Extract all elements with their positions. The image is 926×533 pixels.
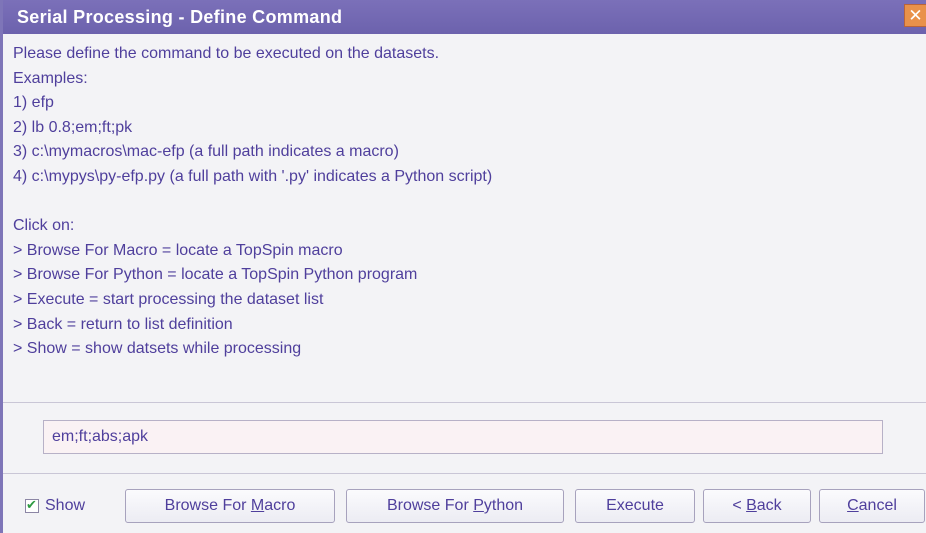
instruction-line: 1) efp — [13, 94, 54, 112]
instruction-line: Examples: — [13, 69, 88, 87]
button-label: Browse For — [386, 497, 474, 514]
execute-button[interactable]: Execute — [575, 489, 695, 523]
back-button[interactable]: < Back — [703, 489, 811, 523]
show-checkbox[interactable]: ✔ Show — [25, 497, 85, 515]
instruction-line: > Back = return to list definition — [13, 315, 233, 333]
mnemonic: C — [847, 497, 859, 514]
close-icon: ✕ — [908, 6, 923, 25]
button-label: ython — [483, 497, 524, 514]
mnemonic: M — [250, 497, 265, 514]
button-label: acro — [264, 497, 296, 514]
instruction-line: > Show = show datsets while processing — [13, 340, 302, 358]
button-label: Browse For — [164, 497, 251, 514]
checkbox-box[interactable]: ✔ — [25, 497, 39, 513]
browse-for-python-button[interactable]: Browse For Python — [346, 489, 564, 523]
window-title: Serial Processing - Define Command — [17, 7, 343, 27]
mnemonic: B — [746, 497, 757, 514]
button-label: ancel — [858, 497, 897, 514]
instruction-line: Click on: — [13, 217, 75, 235]
instruction-line — [13, 190, 492, 215]
title-bar[interactable]: Serial Processing - Define Command ✕ — [3, 0, 926, 34]
button-label: Execute — [606, 497, 664, 514]
dialog-window: Serial Processing - Define Command ✕ Ple… — [0, 0, 926, 533]
browse-for-macro-button[interactable]: Browse For Macro — [125, 489, 335, 523]
button-row: ✔ Show Browse For Macro Browse For Pytho… — [3, 489, 926, 523]
show-label: Show — [45, 497, 86, 514]
instruction-line: > Browse For Macro = locate a TopSpin ma… — [13, 241, 343, 259]
cancel-button[interactable]: Cancel — [819, 489, 925, 523]
instruction-line: 4) c:\mypys\py-efp.py (a full path with … — [13, 167, 493, 185]
instruction-line: > Browse For Python = locate a TopSpin P… — [13, 266, 418, 284]
divider — [3, 473, 926, 474]
check-icon: ✔ — [26, 497, 37, 512]
instructions-text: Please define the command to be executed… — [13, 42, 492, 362]
command-input[interactable] — [43, 420, 883, 454]
button-label: < — [732, 497, 747, 514]
instruction-line: 3) c:\mymacros\mac-efp (a full path indi… — [13, 143, 399, 161]
button-label: ack — [756, 497, 782, 514]
instruction-line: 2) lb 0.8;em;ft;pk — [13, 118, 133, 136]
instruction-line: Please define the command to be executed… — [13, 45, 440, 62]
mnemonic: P — [473, 497, 484, 514]
instruction-line: > Execute = start processing the dataset… — [13, 290, 324, 308]
divider — [3, 402, 926, 403]
close-button[interactable]: ✕ — [904, 4, 926, 27]
